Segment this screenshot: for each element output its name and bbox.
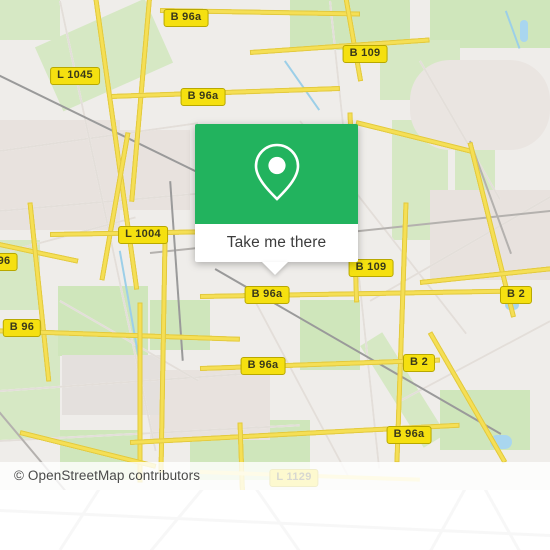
osm-attribution[interactable]: © OpenStreetMap contributors xyxy=(14,468,200,483)
location-callout-card[interactable]: Take me there xyxy=(195,124,358,262)
footer-bar: Dipl.-Psych. Eva Stengel, Schönhauser Al… xyxy=(0,490,550,550)
take-me-there-label: Take me there xyxy=(226,234,327,251)
card-pointer-tail xyxy=(262,262,288,275)
park-area xyxy=(0,0,60,40)
footer-watermark xyxy=(0,490,550,550)
map-screenshot: B 96a B 109 L 1045 B 96a L 1004 96 B 109 B 2B 9… xyxy=(0,0,550,550)
stream xyxy=(284,60,321,111)
road-shield: B 96a xyxy=(180,88,226,106)
primary-road xyxy=(137,302,143,483)
primary-road xyxy=(394,202,409,463)
road-shield: B 2 xyxy=(499,286,533,304)
water-body xyxy=(520,20,528,42)
card-header xyxy=(195,124,358,224)
road-shield: B 96a xyxy=(240,357,286,375)
road-shield: B 96 xyxy=(2,319,42,337)
park-area xyxy=(440,390,530,450)
road-shield: L 1045 xyxy=(50,67,100,85)
road-shield: B 96a xyxy=(244,286,290,304)
take-me-there-button[interactable]: Take me there xyxy=(195,224,358,262)
residential-area xyxy=(410,60,550,150)
road-shield: L 1004 xyxy=(118,226,168,244)
location-pin-icon xyxy=(251,141,303,208)
road-shield: B 96a xyxy=(386,426,432,444)
road-shield: B 96a xyxy=(163,9,209,27)
road-shield: B 109 xyxy=(342,45,388,63)
road-shield: 96 xyxy=(0,253,18,271)
road-shield: B 2 xyxy=(402,354,436,372)
